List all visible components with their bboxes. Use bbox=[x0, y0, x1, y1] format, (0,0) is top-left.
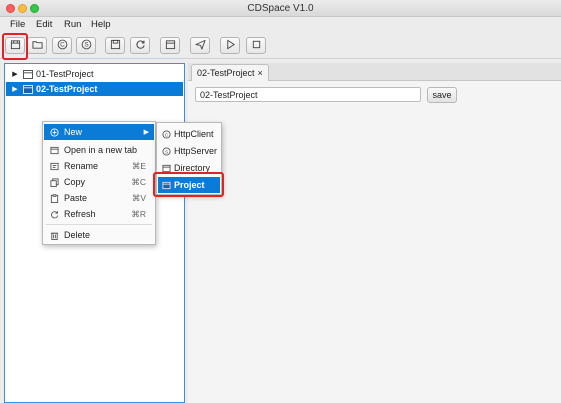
svg-text:C: C bbox=[60, 42, 65, 49]
context-item-label: Rename bbox=[64, 161, 99, 171]
context-item-delete[interactable]: Delete bbox=[44, 227, 154, 243]
tab-02-testproject[interactable]: 02-TestProject × bbox=[191, 64, 269, 81]
editor-tab-strip: 02-TestProject × bbox=[188, 63, 561, 81]
window-title: CDSpace V1.0 bbox=[247, 3, 314, 14]
stop-icon bbox=[251, 39, 262, 52]
close-tab-icon[interactable]: × bbox=[258, 68, 263, 78]
context-item-open-new-tab[interactable]: Open in a new tab bbox=[44, 142, 154, 158]
open-folder-button[interactable] bbox=[27, 37, 47, 54]
shortcut-label: ⌘R bbox=[131, 208, 146, 219]
send-icon bbox=[194, 39, 206, 52]
rename-icon bbox=[48, 162, 60, 171]
context-item-label: Open in a new tab bbox=[64, 145, 138, 155]
menu-help[interactable]: Help bbox=[91, 19, 111, 30]
menu-file[interactable]: File bbox=[10, 19, 25, 30]
submenu-item-httpserver[interactable]: S HttpServer bbox=[158, 143, 220, 159]
window-button[interactable] bbox=[160, 37, 180, 54]
menu-bar: File Edit Run Help bbox=[0, 17, 561, 33]
svg-text:S: S bbox=[84, 42, 88, 49]
copy-icon bbox=[48, 177, 60, 187]
submenu-item-label: HttpClient bbox=[174, 129, 214, 139]
context-item-new[interactable]: New ▶ bbox=[44, 124, 154, 140]
plus-circle-icon bbox=[48, 127, 60, 137]
project-icon bbox=[23, 84, 33, 94]
context-item-paste[interactable]: Paste ⌘V bbox=[44, 190, 154, 206]
context-item-copy[interactable]: Copy ⌘C bbox=[44, 174, 154, 190]
stop-button[interactable] bbox=[246, 37, 266, 54]
tab-label: 02-TestProject bbox=[197, 68, 255, 78]
refresh-button-toolbar[interactable] bbox=[130, 37, 150, 54]
refresh-icon bbox=[48, 210, 60, 219]
editor-content bbox=[188, 81, 561, 403]
context-item-label: Refresh bbox=[64, 209, 96, 219]
run-icon bbox=[225, 39, 236, 52]
tree-item-label: 01-TestProject bbox=[36, 69, 94, 79]
tree-item-label: 02-TestProject bbox=[36, 84, 98, 94]
project-icon bbox=[23, 69, 33, 79]
context-menu: New ▶ Open in a new tab Rename ⌘E Copy ⌘… bbox=[42, 121, 156, 245]
window-icon bbox=[165, 39, 176, 52]
new-server-button[interactable]: S bbox=[76, 37, 96, 54]
paste-icon bbox=[48, 193, 60, 203]
shortcut-label: ⌘V bbox=[131, 192, 146, 203]
expand-arrow-icon[interactable]: ▶ bbox=[10, 85, 20, 93]
server-icon: S bbox=[81, 39, 92, 52]
tree-item[interactable]: ▶ 01-TestProject bbox=[6, 67, 183, 81]
window-icon bbox=[48, 146, 60, 155]
send-button[interactable] bbox=[190, 37, 210, 54]
submenu-highlight-annotation bbox=[153, 172, 224, 197]
context-item-label: Paste bbox=[64, 193, 88, 203]
menu-run[interactable]: Run bbox=[64, 19, 81, 30]
shortcut-label: ⌘C bbox=[131, 176, 146, 187]
context-item-rename[interactable]: Rename ⌘E bbox=[44, 158, 154, 174]
context-item-label: Copy bbox=[64, 177, 86, 187]
context-item-label: Delete bbox=[64, 230, 91, 240]
context-item-label: New bbox=[64, 127, 83, 137]
save-icon bbox=[110, 39, 121, 52]
save-button-toolbar[interactable] bbox=[105, 37, 125, 54]
server-icon: S bbox=[161, 146, 171, 156]
title-bar: CDSpace V1.0 bbox=[0, 0, 561, 17]
toolbar-highlight-annotation bbox=[2, 33, 28, 60]
submenu-arrow-icon: ▶ bbox=[143, 129, 149, 136]
new-client-button[interactable]: C bbox=[52, 37, 72, 54]
submenu-item-httpclient[interactable]: C HttpClient bbox=[158, 126, 220, 142]
svg-text:C: C bbox=[164, 132, 168, 138]
shortcut-label: ⌘E bbox=[131, 160, 146, 171]
save-button[interactable]: save bbox=[427, 87, 457, 103]
trash-icon bbox=[48, 231, 60, 240]
menu-edit[interactable]: Edit bbox=[36, 19, 52, 30]
run-button[interactable] bbox=[220, 37, 240, 54]
client-icon: C bbox=[161, 129, 171, 139]
submenu-item-label: HttpServer bbox=[174, 146, 218, 156]
open-folder-icon bbox=[31, 39, 43, 52]
client-icon: C bbox=[57, 39, 68, 52]
tree-item-selected[interactable]: ▶ 02-TestProject bbox=[6, 82, 183, 96]
menu-separator bbox=[46, 224, 152, 225]
context-item-refresh[interactable]: Refresh ⌘R bbox=[44, 206, 154, 222]
expand-arrow-icon[interactable]: ▶ bbox=[10, 70, 20, 78]
project-name-input[interactable] bbox=[195, 87, 421, 102]
refresh-icon bbox=[135, 39, 146, 52]
toolbar: C S bbox=[0, 33, 561, 59]
